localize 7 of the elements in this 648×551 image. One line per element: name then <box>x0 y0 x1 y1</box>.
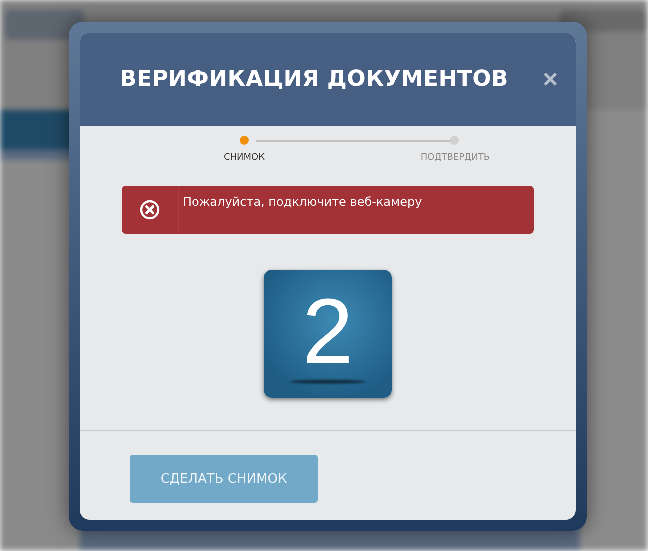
error-icon <box>140 200 160 220</box>
dialog-title: ВЕРИФИКАЦИЯ ДОКУМЕНТОВ <box>120 67 510 92</box>
step-label: СНИМОК <box>224 153 266 163</box>
step-label: ПОДТВЕРДИТЬ <box>420 153 490 163</box>
countdown-number: 2 <box>302 286 354 385</box>
alert-message: Пожалуйста, подключите веб-камеру <box>182 194 422 209</box>
close-button[interactable]: × <box>542 64 558 95</box>
